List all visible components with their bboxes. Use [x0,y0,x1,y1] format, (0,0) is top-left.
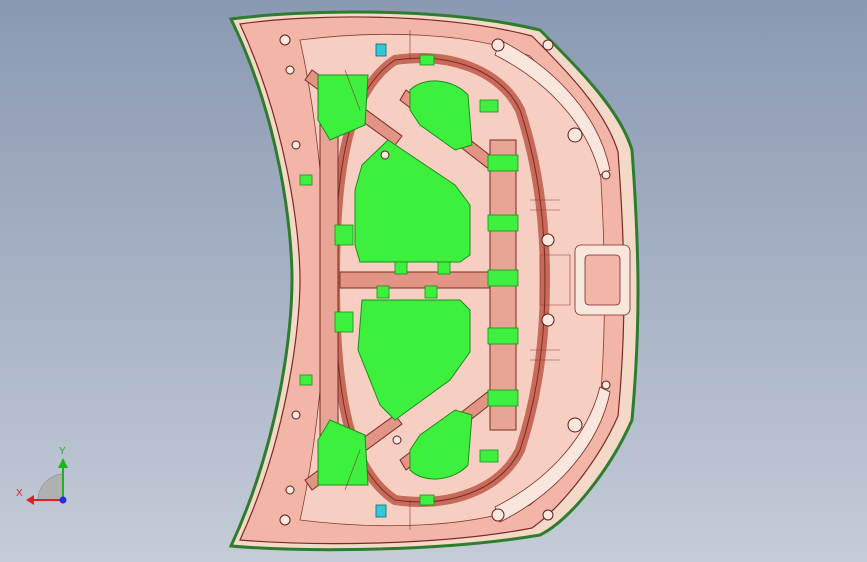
vertical-rib-left [319,119,339,441]
cad-viewport[interactable] [0,0,867,562]
center-beam [339,271,491,289]
